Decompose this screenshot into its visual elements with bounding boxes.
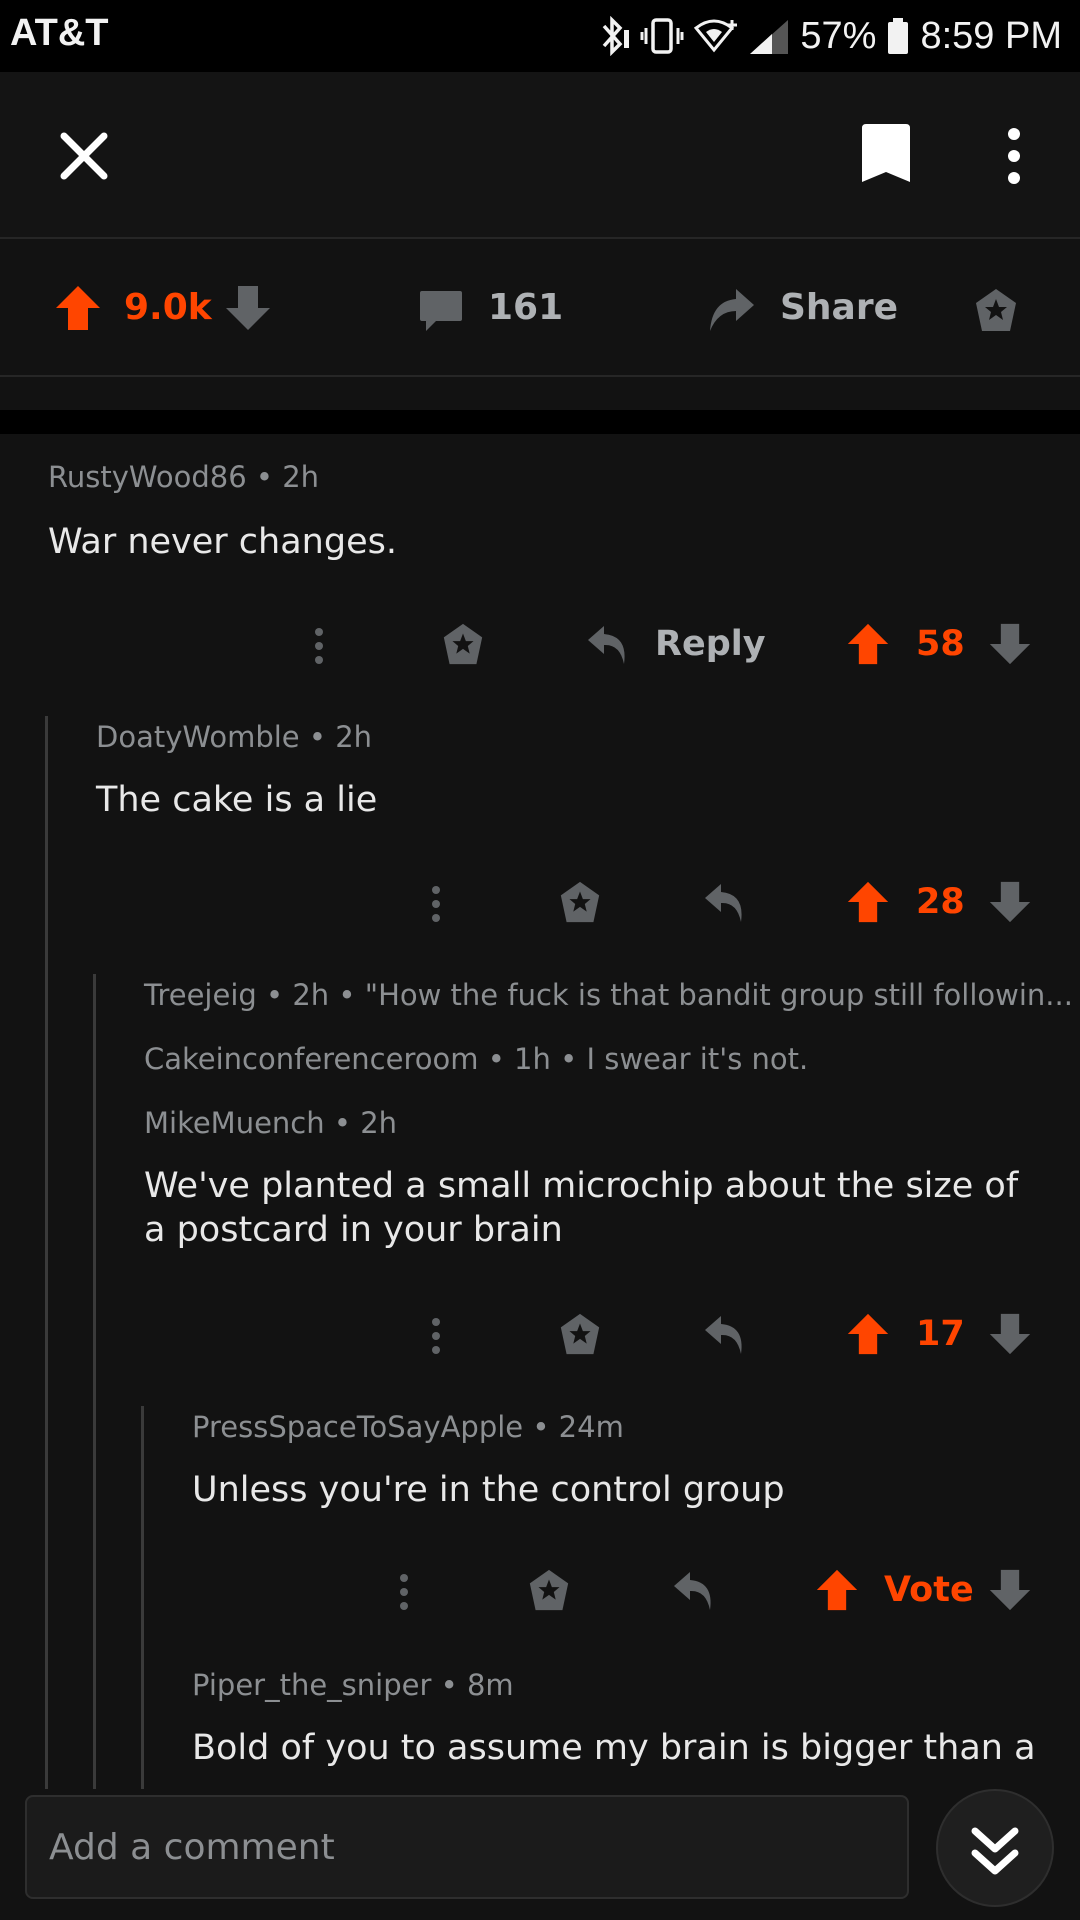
comment-age: 2h [360, 1106, 398, 1140]
award-icon[interactable] [557, 1312, 603, 1358]
comment-age: 2h [282, 460, 320, 494]
more-options-button[interactable] [990, 124, 1038, 188]
reply-button[interactable]: Reply [655, 624, 766, 664]
save-post-button[interactable] [858, 122, 922, 188]
vertical-dots-icon[interactable] [390, 1572, 418, 1612]
reply-icon[interactable] [586, 624, 630, 666]
bottom-comment-bar: Add a comment [0, 1789, 1080, 1920]
vibrate-icon [640, 16, 684, 56]
comment-meta: DoatyWomble • 2h [96, 720, 373, 754]
reply-icon[interactable] [672, 1570, 716, 1612]
comment-score: Vote [884, 1570, 974, 1610]
collapsed-preview: I swear it's not. [586, 1042, 809, 1076]
battery-percent: 57% [800, 14, 877, 57]
reply-icon[interactable] [703, 882, 747, 924]
comment-age: 1h [514, 1042, 551, 1076]
comment-age: 24m [558, 1410, 624, 1444]
vertical-dots-icon [1008, 128, 1020, 184]
share-label[interactable]: Share [780, 287, 898, 328]
add-comment-input[interactable]: Add a comment [25, 1795, 909, 1899]
comment-body: War never changes. [48, 522, 397, 562]
award-icon [976, 289, 1016, 331]
double-chevron-down-icon [971, 1827, 1019, 1875]
comment-score: 58 [916, 624, 965, 664]
status-bar: AT&T 57% 8:59 PM [0, 0, 1080, 72]
post-score: 9.0k [124, 287, 212, 328]
comment-thread: RustyWood86 • 2h War never changes. Repl… [0, 434, 1080, 1789]
vertical-dots-icon[interactable] [422, 884, 450, 924]
comment-author[interactable]: PressSpaceToSayApple [192, 1410, 523, 1444]
comment-actions: 17 [0, 1306, 1080, 1366]
downvote-arrow-icon[interactable] [988, 1312, 1032, 1356]
downvote-arrow-icon[interactable] [988, 622, 1032, 666]
clock: 8:59 PM [920, 14, 1062, 57]
thread-line-level-2[interactable] [93, 974, 96, 1789]
comment-age: 2h [292, 978, 330, 1012]
post-downvote-button[interactable] [224, 284, 272, 332]
award-icon[interactable] [526, 1568, 572, 1614]
comment-actions: 28 [0, 874, 1080, 934]
carrier-label: AT&T [10, 12, 109, 54]
bookmark-icon [862, 124, 910, 182]
status-icons: 57% 8:59 PM [596, 10, 1062, 62]
comment-score: 17 [916, 1314, 965, 1354]
comment-actions: Vote [0, 1562, 1080, 1622]
downvote-arrow-icon [226, 286, 270, 330]
award-icon[interactable] [440, 622, 486, 668]
wifi-icon [694, 16, 738, 56]
comment-age: 8m [466, 1668, 514, 1702]
downvote-arrow-icon[interactable] [988, 1568, 1032, 1612]
close-button[interactable] [56, 128, 112, 184]
comment-body: Bold of you to assume my brain is bigger… [192, 1728, 1036, 1768]
upvote-arrow-icon[interactable] [846, 880, 890, 924]
next-comment-button[interactable] [936, 1789, 1054, 1907]
comment-meta: Piper_the_sniper • 8m [192, 1668, 514, 1702]
top-nav [0, 72, 1080, 239]
section-divider [0, 410, 1080, 434]
upvote-arrow-icon[interactable] [846, 1312, 890, 1356]
battery-icon [886, 16, 910, 56]
downvote-arrow-icon[interactable] [988, 880, 1032, 924]
upvote-arrow-icon[interactable] [846, 622, 890, 666]
comment-actions: Reply 58 [0, 616, 1080, 676]
reply-icon[interactable] [703, 1314, 747, 1356]
comment-body: We've planted a small microchip about th… [144, 1166, 1019, 1250]
comment-meta: RustyWood86 • 2h [48, 460, 320, 494]
comment-bubble-icon [420, 291, 462, 331]
bluetooth-icon [596, 16, 630, 56]
collapsed-comment[interactable]: Treejeig • 2h • "How the fuck is that ba… [144, 978, 1073, 1012]
upvote-arrow-icon[interactable] [815, 1568, 859, 1612]
close-icon [60, 132, 108, 180]
comment-author[interactable]: RustyWood86 [48, 460, 247, 494]
upvote-arrow-icon [56, 286, 100, 330]
comment-author[interactable]: Cakeinconferenceroom [144, 1042, 479, 1076]
post-upvote-button[interactable] [54, 284, 102, 332]
comment-meta: PressSpaceToSayApple • 24m [192, 1410, 624, 1444]
comment-count[interactable]: 161 [488, 287, 563, 328]
give-award-button[interactable] [972, 287, 1020, 335]
comments-button[interactable] [418, 289, 464, 333]
comment-meta: MikeMuench • 2h [144, 1106, 398, 1140]
vertical-dots-icon[interactable] [305, 626, 333, 666]
comment-author[interactable]: Piper_the_sniper [192, 1668, 431, 1702]
share-button[interactable] [706, 287, 756, 335]
comment-body: The cake is a lie [96, 780, 378, 820]
comment-score: 28 [916, 882, 965, 922]
collapsed-preview: "How the fuck is that bandit group still… [364, 978, 1073, 1012]
collapsed-comment[interactable]: Cakeinconferenceroom • 1h • I swear it's… [144, 1042, 808, 1076]
comment-author[interactable]: MikeMuench [144, 1106, 325, 1140]
share-arrow-icon [710, 289, 754, 331]
vertical-dots-icon[interactable] [422, 1316, 450, 1356]
comment-body: Unless you're in the control group [192, 1470, 785, 1510]
signal-icon [748, 16, 790, 56]
comment-author[interactable]: DoatyWomble [96, 720, 300, 754]
comment-age: 2h [335, 720, 373, 754]
post-action-bar: 9.0k 161 Share [0, 239, 1080, 377]
award-icon[interactable] [557, 880, 603, 926]
comment-author[interactable]: Treejeig [144, 978, 257, 1012]
